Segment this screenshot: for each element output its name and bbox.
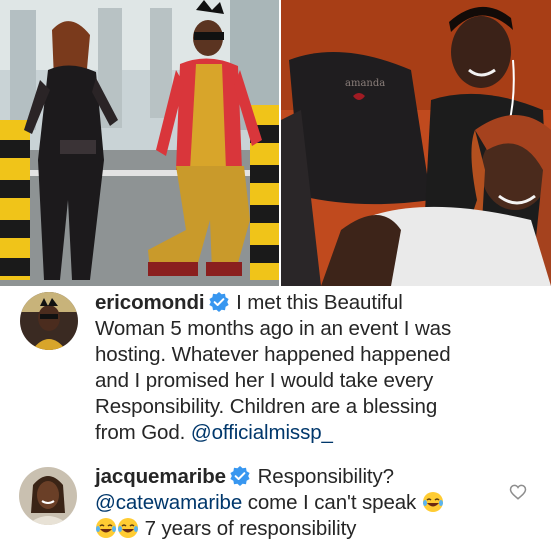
verified-badge-icon <box>230 466 250 486</box>
comment-line: from God. <box>95 421 186 444</box>
comment-text: jacquemaribe Responsibility? @catewamari… <box>95 464 521 542</box>
heart-outline-icon[interactable] <box>509 483 527 501</box>
mention-link[interactable]: @officialmissp_ <box>191 421 333 444</box>
comment-line: come I can't speak <box>247 491 417 514</box>
comment-line: and I promised her I would take every <box>95 369 434 392</box>
avatar[interactable] <box>19 467 77 525</box>
comment-line: Woman 5 months ago in an event I was <box>95 317 452 340</box>
comment-line: Responsibility? <box>257 465 394 488</box>
post-photo-right[interactable]: amanda <box>281 0 551 286</box>
comment-line: hosting. Whatever happened happened <box>95 343 451 366</box>
tears-of-joy-emoji-icon <box>422 492 443 512</box>
tears-of-joy-emoji-icon <box>118 518 138 538</box>
tears-of-joy-emoji-icon <box>96 518 116 538</box>
comment-line: 7 years of responsibility <box>144 517 357 540</box>
avatar[interactable] <box>20 292 78 350</box>
comment-line: Responsibility. Children are a blessing <box>95 395 438 418</box>
comment-text: ericomondi I met this Beautiful Woman 5 … <box>95 290 521 446</box>
post-photo-left[interactable] <box>0 0 279 286</box>
comment-line: I met this Beautiful <box>236 291 403 314</box>
comment-username[interactable]: jacquemaribe <box>95 465 226 488</box>
svg-text:amanda: amanda <box>345 78 385 89</box>
mention-link[interactable]: @catewamaribe <box>95 491 242 514</box>
post-photos: amanda <box>0 0 551 286</box>
verified-badge-icon <box>208 292 229 312</box>
comment-username[interactable]: ericomondi <box>95 291 205 314</box>
